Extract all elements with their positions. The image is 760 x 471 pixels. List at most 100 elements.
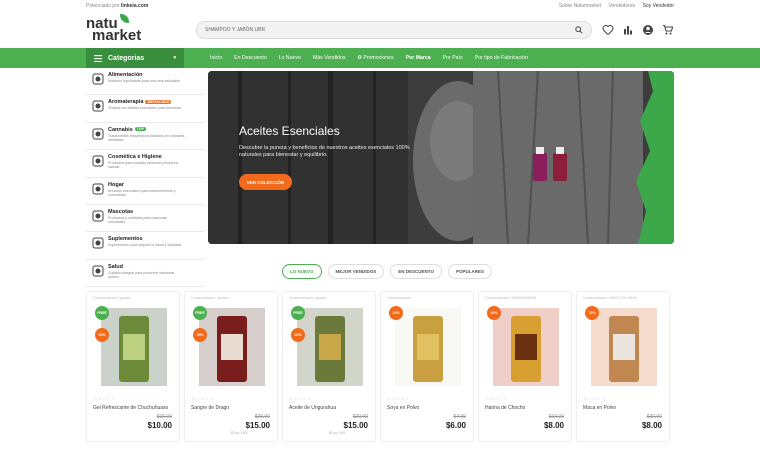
supplement-icon [92,237,104,249]
nav-discount[interactable]: En Descuento [234,55,267,61]
product-price: $8.00 [543,421,564,430]
rating-stars: ☆☆☆☆☆ [289,396,312,401]
nav-promotions[interactable]: ✪ Promociones [358,55,394,61]
nav-best-sellers[interactable]: Más Vendidos [313,55,346,61]
sidebar-item-5[interactable]: Mascotas Productos y cuidados para masco… [86,205,204,233]
sidebar-item-7[interactable]: Salud Cuidado integral para promover bie… [86,260,204,288]
product-card[interactable]: Comercializado: INDEMAXIMUM 20% ☆☆☆☆☆ Ha… [478,291,572,442]
product-price: $8.00 [641,421,662,430]
health-icon [92,265,104,277]
sidebar-item-desc: Productos para cuidado personal y limpie… [108,161,178,170]
nav-new[interactable]: Lo Nuevo [279,55,301,61]
product-card[interactable]: Comercializado: Ignaciu FREE 33% ☆☆☆☆☆ Ge… [86,291,180,442]
unit-price: $0.xx/ 1 ML [231,431,248,435]
rating-stars: ☆☆☆☆☆ [93,396,116,401]
product-image[interactable] [489,306,563,388]
discount-badge: 25% [193,328,207,342]
nav-by-manufacture[interactable]: Por tipo de Fabricación [475,55,528,61]
sidebar-item-label: Alimentación [108,72,143,78]
product-name[interactable]: Sangre de Drago [191,405,229,411]
product-image[interactable] [97,306,171,388]
tab-popular[interactable]: POPULARES [447,264,492,279]
sidebar-item-2[interactable]: Cannabis TOP Tratamientos terapéuticos ba… [86,123,204,151]
nav-by-country[interactable]: Por País [443,55,463,61]
sidebar-item-4[interactable]: Hogar Artículos esenciales para mantenim… [86,178,204,205]
product-image[interactable] [195,306,269,388]
sidebar-item-desc: Cuidado integral para promover bienestar… [108,270,175,279]
product-name[interactable]: Harina de Chocho [485,405,525,411]
vendors-link[interactable]: Vendedores [608,3,635,9]
product-tabs: LO NUEVO MEJOR VENDIDOS EN DESCUENTO POP… [282,264,492,279]
product-name[interactable]: Maca en Polvo [583,405,616,411]
powered-by: Potenciado por linkeia.com [86,2,149,9]
sidebar-item-0[interactable]: Alimentación Nutrición equilibrada para … [86,68,204,96]
product-image[interactable] [293,306,367,388]
product-name[interactable]: Gel Refrescante de Chuchuhuaso [93,405,168,411]
sidebar-item-label: Salud [108,263,123,270]
sidebar-item-label: Cosmética e Higiene [108,154,162,161]
old-price: $20.00 [254,414,270,420]
tab-discount[interactable]: EN DESCUENTO [390,264,442,279]
sidebar-item-tag: TOP [134,127,146,132]
tab-new[interactable]: LO NUEVO [282,264,322,279]
sidebar-item-1[interactable]: Aromaterapia DESTACADO Terapia con aceite… [86,95,204,123]
product-image[interactable] [587,306,661,388]
product-brand: Comercializado: INDEMAXIMUM [485,296,537,300]
categories-button[interactable]: Categorias ▾ [86,48,184,68]
product-price: $10.00 [147,421,172,430]
product-card[interactable]: Comercializado: 14% ☆☆☆☆☆ Soya en Polvo … [380,291,474,442]
old-price: $10.00 [548,414,564,420]
product-card[interactable]: Comercializado: Ignaciu FREE 25% ☆☆☆☆☆ Sa… [184,291,278,442]
sidebar-item-tag: DESTACADO [145,99,172,104]
product-card[interactable]: Comercializado: Ignaciu FREE 25% ☆☆☆☆☆ Ac… [282,291,376,442]
discount-badge: 20% [487,306,501,320]
logo[interactable]: natu market [86,13,196,43]
tab-best-sellers[interactable]: MEJOR VENDIDOS [327,264,385,279]
product-grid: Comercializado: Ignaciu FREE 33% ☆☆☆☆☆ Ge… [86,291,670,442]
heart-icon[interactable] [602,24,614,36]
product-brand: Comercializado: INDIO COLONIAL [583,296,638,300]
sidebar-item-desc: Productos y cuidados para mascotas salud… [108,215,167,225]
free-shipping-badge: FREE [193,306,207,320]
product-price: $6.00 [445,421,466,430]
product-name[interactable]: Aceite de Ungurahua [289,405,336,411]
free-shipping-badge: FREE [95,306,109,320]
discount-badge: 14% [389,306,403,320]
sidebar-item-desc: Tratamientos terapéuticos basados en can… [108,133,185,142]
header: natu market SHAMPOO Y JABÓN UBR [0,11,760,48]
be-vendor-link[interactable]: Soy Vendedor [643,3,674,9]
nav-by-brand[interactable]: Por Marca [406,55,431,61]
menu-icon [94,54,102,62]
hero-banner[interactable]: Aceites Esenciales Descubre la pureza y … [208,71,674,244]
rating-stars: ☆☆☆☆☆ [191,396,214,401]
sidebar-item-label: Aromaterapia [108,99,144,106]
about-link[interactable]: Sobre Naturmarket [559,3,601,9]
rating-stars: ☆☆☆☆☆ [583,396,606,401]
bar-chart-icon[interactable] [622,24,634,36]
product-brand: Comercializado: Ignaciu [191,296,229,300]
cosmetics-icon [92,155,104,167]
product-image[interactable] [391,306,465,388]
rating-stars: ☆☆☆☆☆ [485,396,508,401]
sidebar-item-3[interactable]: Cosmética e Higiene Productos para cuida… [86,150,204,178]
sidebar-item-desc: Suplementos para mejorar la salud y vita… [108,243,182,248]
search-input[interactable]: SHAMPOO Y JABÓN UBR [196,20,592,39]
view-collection-button[interactable]: VER COLECCIÓN [239,174,292,190]
sidebar-item-label: Cannabis [108,126,133,133]
search-icon[interactable] [575,25,583,34]
nav-home[interactable]: Inicio [210,55,222,61]
food-icon [92,73,104,85]
account-icon[interactable] [642,24,654,36]
unit-price: $0.xx/ 1 ML [329,431,346,435]
powered-brand-link[interactable]: linkeia.com [121,3,148,9]
discount-badge: 73% [585,306,599,320]
product-card[interactable]: Comercializado: INDIO COLONIAL 73% ☆☆☆☆☆… [576,291,670,442]
aroma-drop-icon [92,100,104,112]
product-name[interactable]: Soya en Polvo [387,405,419,411]
pet-icon [92,210,104,222]
sidebar-item-6[interactable]: Suplementos Suplementos para mejorar la … [86,232,204,260]
cart-icon[interactable] [662,24,674,36]
discount-badge: 33% [95,328,109,342]
sidebar-item-label: Hogar [108,181,124,188]
old-price: $20.00 [352,414,368,420]
